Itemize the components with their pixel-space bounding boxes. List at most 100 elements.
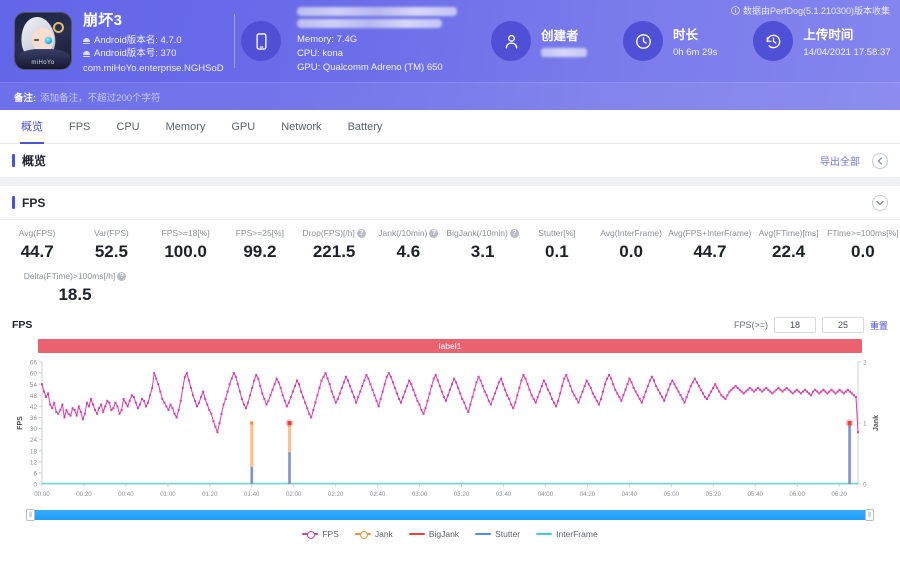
remark-bar[interactable]: 备注: 添加备注，不超过200个字符 <box>0 82 900 110</box>
chart-threshold-controls: FPS(>=) 重置 <box>734 317 888 333</box>
svg-text:FPS: FPS <box>17 416 24 430</box>
fps-plot-area[interactable]: 0612182430364248546066FPS012Jank00:0000:… <box>12 357 888 507</box>
perfdog-version-note: 数据由PerfDog(5.1.210300)版本收集 <box>731 4 890 17</box>
fps-plot-svg[interactable]: 0612182430364248546066FPS012Jank00:0000:… <box>12 357 888 507</box>
svg-text:Jank: Jank <box>873 415 880 431</box>
svg-text:1: 1 <box>863 421 867 428</box>
metric-label: Avg(FPS) <box>19 228 56 238</box>
slider-track[interactable] <box>30 510 870 520</box>
export-all-button[interactable]: 导出全部 <box>820 153 860 168</box>
metric-fps-gte-25: FPS>=25[%] 99.2 <box>223 228 297 262</box>
svg-text:04:20: 04:20 <box>580 491 596 498</box>
fps-accent-bar <box>12 196 15 209</box>
legend-label-fps: FPS <box>322 529 339 539</box>
metric-value: 44.7 <box>0 242 74 262</box>
duration-value: 0h 6m 29s <box>673 47 717 58</box>
device-cpu: CPU: kona <box>297 47 457 61</box>
metric-value: 44.7 <box>668 242 751 262</box>
fps-collapse-button[interactable] <box>872 195 888 211</box>
legend-item-jank[interactable]: Jank <box>355 529 393 539</box>
tab-network[interactable]: Network <box>268 110 334 144</box>
slider-handle-left[interactable]: ⦀ <box>26 509 35 521</box>
chevron-left-icon <box>877 157 883 165</box>
tab-memory[interactable]: Memory <box>153 110 219 144</box>
android-version-code-row: Android版本号: 370 <box>83 47 224 60</box>
metric-value: 4.6 <box>371 242 445 262</box>
legend-marker-fps <box>302 533 318 535</box>
perfdog-note-text: 数据由PerfDog(5.1.210300)版本收集 <box>743 4 890 17</box>
svg-text:02:20: 02:20 <box>328 491 344 498</box>
upload-time-text: 上传时间 14/04/2021 17:58:37 <box>803 24 890 58</box>
overview-section-header: 概览 导出全部 <box>0 144 900 178</box>
app-icon: miHoYo <box>14 12 72 70</box>
tab-battery[interactable]: Battery <box>335 110 396 144</box>
tab-overview[interactable]: 概览 <box>8 110 56 144</box>
svg-text:02:00: 02:00 <box>286 491 302 498</box>
help-icon[interactable]: ? <box>357 229 366 238</box>
device-spec-text: Memory: 7.4G CPU: kona GPU: Qualcomm Adr… <box>297 7 457 75</box>
tab-gpu[interactable]: GPU <box>218 110 268 144</box>
slider-handle-right[interactable]: ⦀ <box>865 509 874 521</box>
metrics-row-1: Avg(FPS) 44.7 Var(FPS) 52.5 FPS>=18[%] 1… <box>0 228 900 262</box>
time-range-slider[interactable]: ⦀ ⦀ <box>30 509 870 522</box>
device-name-redacted <box>297 7 457 16</box>
metric-value: 3.1 <box>446 242 520 262</box>
metric-value: 221.5 <box>297 242 371 262</box>
metric-label: Avg(InterFrame) <box>600 228 662 238</box>
creator-group: 创建者 <box>491 21 587 61</box>
legend-item-fps[interactable]: FPS <box>302 529 339 539</box>
svg-text:18: 18 <box>30 448 38 455</box>
legend-marker-bigjank <box>409 533 425 535</box>
remark-placeholder[interactable]: 添加备注，不超过200个字符 <box>40 90 160 104</box>
legend-label-interframe: InterFrame <box>556 529 598 539</box>
creator-text: 创建者 <box>541 25 587 57</box>
svg-text:0: 0 <box>33 482 37 489</box>
device-model-redacted <box>297 19 442 28</box>
fps-metrics-panel: Avg(FPS) 44.7 Var(FPS) 52.5 FPS>=18[%] 1… <box>0 220 900 307</box>
fps-threshold-high-input[interactable] <box>822 317 864 333</box>
metric-label: Drop(FPS)[/h] <box>302 228 354 238</box>
legend-item-interframe[interactable]: InterFrame <box>536 529 598 539</box>
overview-accent-bar <box>12 154 15 167</box>
svg-text:06:20: 06:20 <box>831 491 847 498</box>
help-icon[interactable]: ? <box>117 272 126 281</box>
metric-label: Delta(FTime)>100ms[/h] <box>24 271 116 281</box>
scene-label-band[interactable]: label1 <box>38 339 862 353</box>
app-meta: 崩坏3 Android版本名: 4.7.0 Android版本号: 370 co… <box>83 9 224 74</box>
overview-collapse-button[interactable] <box>872 153 888 169</box>
tab-fps[interactable]: FPS <box>56 110 103 144</box>
svg-text:06:00: 06:00 <box>789 491 805 498</box>
legend-item-stutter[interactable]: Stutter <box>475 529 520 539</box>
metric-label: FPS>=18[%] <box>162 228 210 238</box>
metric-label: BigJank(/10min) <box>446 228 507 238</box>
svg-text:2: 2 <box>863 360 867 367</box>
help-icon[interactable]: ? <box>429 229 438 238</box>
metric-delta-ftime: Delta(FTime)>100ms[/h]? 18.5 <box>0 271 150 305</box>
reset-button[interactable]: 重置 <box>870 319 888 332</box>
legend-item-bigjank[interactable]: BigJank <box>409 529 459 539</box>
metric-label: Stutter[%] <box>538 228 575 238</box>
metric-value: 99.2 <box>223 242 297 262</box>
svg-text:04:00: 04:00 <box>538 491 554 498</box>
metric-ftime-gte-100ms: FTime>=100ms[%] 0.0 <box>826 228 900 262</box>
metric-bigjank: BigJank(/10min)? 3.1 <box>446 228 520 262</box>
svg-text:30: 30 <box>30 426 38 433</box>
fps-threshold-low-input[interactable] <box>774 317 816 333</box>
main-tabbar: 概览 FPS CPU Memory GPU Network Battery <box>0 110 900 144</box>
chart-legend: FPS Jank BigJank Stutter InterFrame <box>0 527 900 541</box>
tab-cpu[interactable]: CPU <box>103 110 152 144</box>
remark-label: 备注: <box>14 90 36 104</box>
fps-section-header: FPS <box>0 186 900 220</box>
svg-text:60: 60 <box>30 371 38 378</box>
svg-text:00:00: 00:00 <box>34 491 50 498</box>
svg-text:05:20: 05:20 <box>706 491 722 498</box>
svg-text:24: 24 <box>30 437 38 444</box>
legend-label-bigjank: BigJank <box>429 529 459 539</box>
metric-stutter: Stutter[%] 0.1 <box>520 228 594 262</box>
svg-text:42: 42 <box>30 404 38 411</box>
svg-text:01:00: 01:00 <box>160 491 176 498</box>
person-icon <box>491 21 531 61</box>
metric-avg-interframe: Avg(InterFrame) 0.0 <box>594 228 668 262</box>
fps-chart-panel: FPS FPS(>=) 重置 label1 061218243036424854… <box>0 307 900 541</box>
help-icon[interactable]: ? <box>510 229 519 238</box>
